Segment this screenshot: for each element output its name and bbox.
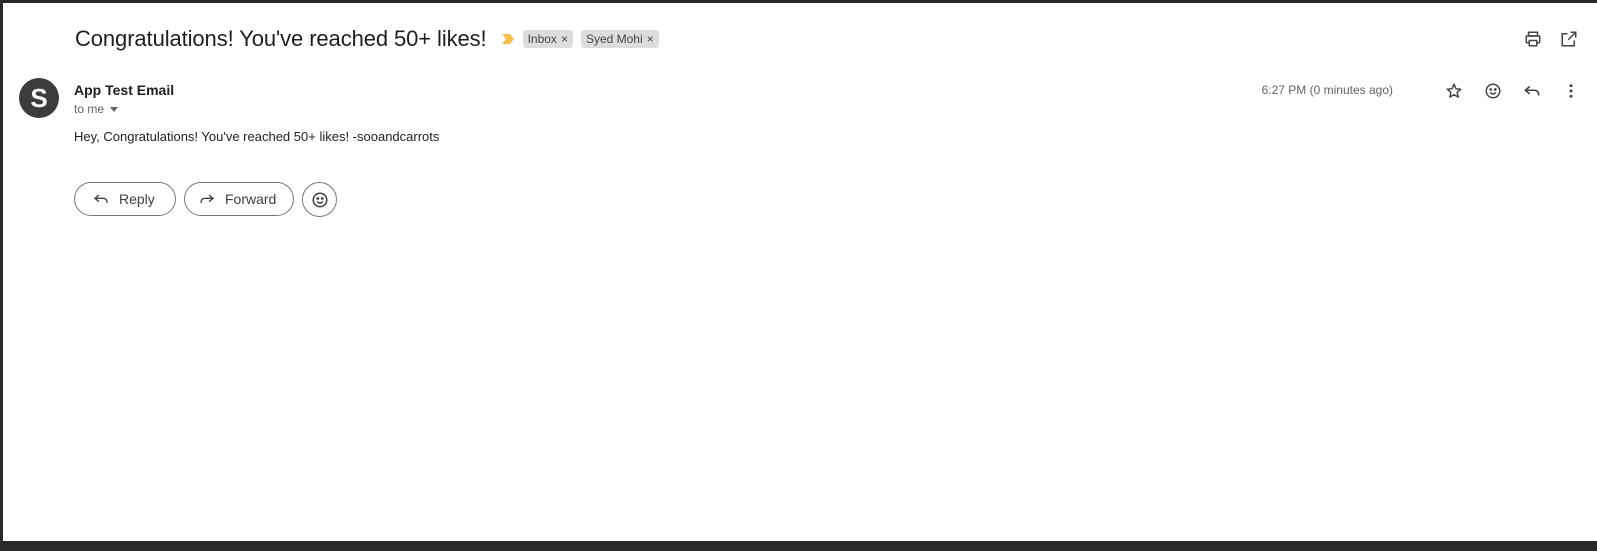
message-toolbar [1444, 81, 1581, 101]
more-vert-icon[interactable] [1561, 81, 1581, 101]
forward-icon [199, 191, 215, 207]
subject-row: Congratulations! You've reached 50+ like… [75, 23, 659, 55]
avatar[interactable]: S [19, 78, 59, 118]
print-icon[interactable] [1523, 29, 1543, 49]
star-icon[interactable] [1444, 81, 1464, 101]
reply-icon[interactable] [1522, 81, 1542, 101]
reply-label: Reply [119, 191, 155, 207]
importance-marker-icon[interactable] [501, 33, 515, 45]
label-chip-inbox: Inbox × [522, 30, 573, 48]
reply-actions: Reply Forward [74, 182, 337, 217]
reply-icon [93, 191, 109, 207]
remove-label-icon[interactable]: × [647, 30, 654, 48]
emoji-icon[interactable] [1483, 81, 1503, 101]
emoji-reaction-button[interactable] [302, 182, 337, 217]
chevron-down-icon[interactable] [110, 106, 119, 112]
reply-button[interactable]: Reply [74, 182, 176, 216]
open-in-new-window-icon[interactable] [1559, 29, 1579, 49]
label-name: Syed Mohi [585, 32, 643, 46]
label-chip-syed-mohi: Syed Mohi × [580, 30, 659, 48]
email-view: Congratulations! You've reached 50+ like… [3, 3, 1597, 541]
remove-label-icon[interactable]: × [561, 30, 568, 48]
forward-button[interactable]: Forward [184, 182, 294, 216]
emoji-icon [311, 191, 329, 209]
recipient-text: to me [74, 102, 105, 116]
label-name: Inbox [527, 32, 557, 46]
email-body: Hey, Congratulations! You've reached 50+… [74, 129, 440, 144]
timestamp: 6:27 PM (0 minutes ago) [1261, 83, 1393, 97]
forward-label: Forward [225, 191, 277, 207]
recipient-details[interactable]: to me [74, 102, 119, 116]
sender-name[interactable]: App Test Email [74, 82, 174, 98]
subject-toolbar [1523, 29, 1579, 49]
email-subject: Congratulations! You've reached 50+ like… [75, 26, 487, 51]
